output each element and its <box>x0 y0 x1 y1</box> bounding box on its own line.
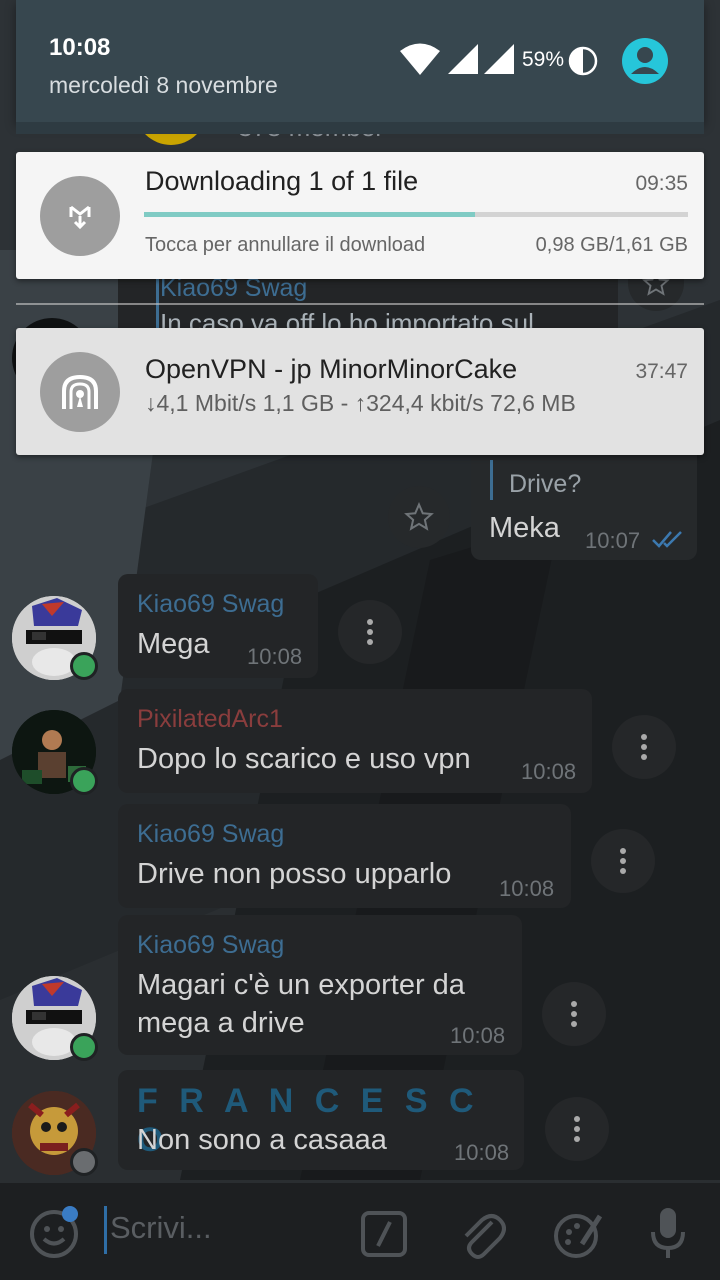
emoji-badge <box>62 1206 78 1222</box>
message-time: 10:08 <box>521 759 577 784</box>
message-options-button[interactable] <box>612 715 676 779</box>
star-button[interactable] <box>388 486 450 548</box>
microphone-button[interactable] <box>650 1206 686 1260</box>
message-text-line2: mega a drive <box>137 1007 305 1039</box>
battery-percentage[interactable]: 59% <box>522 48 564 72</box>
account-icon <box>631 47 659 74</box>
message-text: Non sono a casaaa <box>137 1124 387 1156</box>
notification-divider <box>16 303 704 305</box>
message-sender[interactable]: PixilatedArc1 <box>137 705 283 734</box>
message-time: 10:08 <box>247 644 303 669</box>
notification-time: 37:47 <box>635 360 688 383</box>
message-sender[interactable]: Kiao69 Swag <box>137 590 284 619</box>
offline-indicator <box>70 1148 98 1176</box>
attach-icon <box>464 1214 506 1259</box>
online-indicator <box>70 767 98 795</box>
online-indicator <box>70 1033 98 1061</box>
signal-icon[interactable] <box>482 42 516 76</box>
sticker-icon <box>554 1214 603 1258</box>
vpn-traffic-stats: ↓4,1 Mbit/s 1,1 GB - ↑324,4 kbit/s 72,6 … <box>145 390 576 416</box>
message-bubble[interactable]: Kiao69 Swag Mega 10:08 <box>118 574 318 678</box>
download-app-icon <box>40 176 120 256</box>
message-options-button[interactable] <box>338 600 402 664</box>
status-clock[interactable]: 10:08 <box>49 34 110 62</box>
message-options-button[interactable] <box>591 829 655 893</box>
download-progress-bar <box>144 212 688 217</box>
message-time: 10:08 <box>450 1023 506 1048</box>
quoted-text: Drive? <box>509 470 582 498</box>
message-bubble[interactable]: Kiao69 Swag Drive non posso upparlo 10:0… <box>118 804 571 908</box>
notification-subtext: Tocca per annullare il download <box>145 234 426 256</box>
message-time: 10:07 <box>585 528 641 553</box>
message-text: Dopo lo scarico e uso vpn <box>137 743 471 775</box>
message-options-button[interactable] <box>542 982 606 1046</box>
notification-title: OpenVPN - jp MinorMinorCake <box>145 354 518 384</box>
download-progress-fill <box>144 212 475 217</box>
account-button[interactable] <box>622 38 668 84</box>
download-notification[interactable]: Downloading 1 of 1 file 09:35 Tocca per … <box>16 152 704 279</box>
message-input[interactable]: Scrivi... <box>110 1210 212 1246</box>
openvpn-icon <box>62 374 98 409</box>
double-check-icon <box>652 531 682 548</box>
sticker-button[interactable] <box>552 1208 604 1260</box>
slash-command-icon <box>361 1211 407 1257</box>
more-options-icon <box>620 848 626 874</box>
status-date[interactable]: mercoledì 8 novembre <box>49 72 278 99</box>
vpn-notification[interactable]: OpenVPN - jp MinorMinorCake 37:47 ↓4,1 M… <box>16 328 704 455</box>
message-bubble[interactable]: F R A N C E S C O Non sono a casaaa 10:0… <box>118 1070 524 1170</box>
message-text: Drive non posso upparlo <box>137 858 452 890</box>
download-size-info: 0,98 GB/1,61 GB <box>535 234 688 256</box>
wifi-icon[interactable] <box>399 42 441 76</box>
more-options-icon <box>571 1001 577 1027</box>
notification-title: Downloading 1 of 1 file <box>145 166 419 196</box>
outgoing-message[interactable]: Drive? Meka 10:07 <box>471 440 697 560</box>
message-bubble[interactable]: Kiao69 Swag Magari c'è un exporter da me… <box>118 915 522 1055</box>
message-bubble[interactable]: PixilatedArc1 Dopo lo scarico e uso vpn … <box>118 689 592 793</box>
message-text-line1: Magari c'è un exporter da <box>137 969 465 1001</box>
message-time: 10:08 <box>454 1140 510 1165</box>
message-text: Meka <box>489 512 560 544</box>
text-cursor <box>104 1206 107 1254</box>
quick-settings-header <box>16 0 704 122</box>
vpn-app-icon <box>40 352 120 432</box>
message-text: Mega <box>137 628 210 660</box>
message-options-button[interactable] <box>545 1097 609 1161</box>
more-options-icon <box>574 1116 580 1142</box>
online-indicator <box>70 652 98 680</box>
message-sender[interactable]: Kiao69 Swag <box>137 931 284 960</box>
slash-command-button[interactable] <box>360 1210 408 1258</box>
battery-icon[interactable] <box>568 46 598 76</box>
mega-download-icon <box>69 205 91 230</box>
signal-icon[interactable] <box>446 42 480 76</box>
more-options-icon <box>367 619 373 645</box>
message-time: 10:08 <box>499 876 555 901</box>
message-sender[interactable]: Kiao69 Swag <box>137 820 284 849</box>
star-icon <box>404 502 434 531</box>
attach-button[interactable] <box>456 1208 506 1260</box>
microphone-icon <box>651 1208 685 1258</box>
more-options-icon <box>641 734 647 760</box>
notification-time: 09:35 <box>635 172 688 195</box>
quick-settings-handle[interactable] <box>16 122 704 134</box>
emoji-button[interactable] <box>28 1206 80 1260</box>
